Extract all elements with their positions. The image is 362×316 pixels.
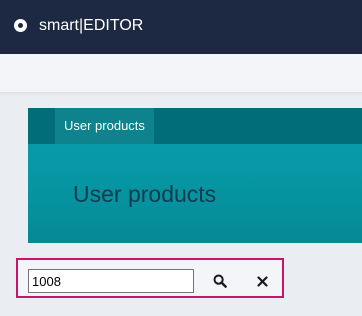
circle-dot-icon: [14, 19, 27, 32]
secondary-toolbar: [0, 54, 362, 94]
search-panel: [16, 258, 284, 298]
toolbar-shadow: [0, 92, 362, 96]
page-banner: User products User products: [28, 108, 362, 243]
search-button[interactable]: [208, 269, 232, 293]
tab-user-products[interactable]: User products: [55, 108, 154, 144]
app-title: smart|EDITOR: [39, 17, 144, 34]
clear-button[interactable]: [250, 269, 274, 293]
close-icon: [256, 275, 268, 287]
search-input[interactable]: [28, 269, 194, 293]
page-title: User products: [73, 181, 217, 207]
banner-tab-strip: User products: [28, 108, 362, 144]
search-icon: [213, 274, 227, 288]
top-bar: smart|EDITOR: [0, 0, 362, 54]
